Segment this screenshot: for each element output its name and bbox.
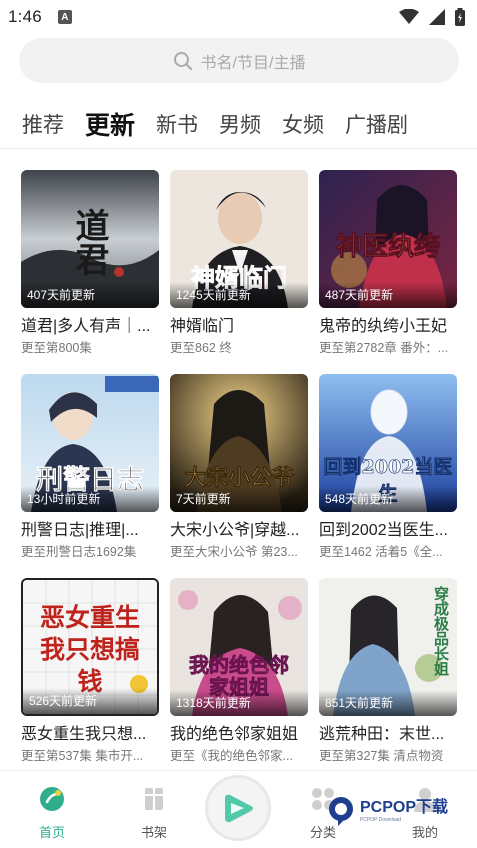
- update-badge: 1245天前更新: [170, 282, 308, 308]
- play-icon: [225, 794, 253, 823]
- book-episode: 更至862 终: [170, 341, 232, 355]
- book-title: 回到2002当医生...: [319, 522, 448, 539]
- category-tabs: 推荐 更新 新书 男频 女频 广播剧: [22, 104, 429, 140]
- tab-updates[interactable]: 更新: [85, 112, 135, 140]
- book-title: 道君|多人有声｜...: [21, 318, 151, 335]
- update-badge: 13小时前更新: [21, 486, 159, 512]
- watermark: PCPOP下载 PCPOP Download: [326, 795, 448, 827]
- book-title: 鬼帝的纨绔小王妃: [319, 318, 448, 335]
- book-cover[interactable]: 回到2002当医生 548天前更新: [319, 374, 457, 512]
- home-icon: [40, 787, 64, 811]
- update-badge: 851天前更新: [319, 690, 457, 716]
- update-badge: 487天前更新: [319, 282, 457, 308]
- watermark-text: PCPOP下载: [360, 799, 449, 816]
- watermark-subtext: PCPOP Download: [360, 817, 402, 823]
- book-title: 大宋小公爷|穿越...: [170, 522, 300, 539]
- book-cover[interactable]: 道君 407天前更新: [21, 170, 159, 308]
- cover-title: 道君: [69, 208, 109, 276]
- nav-home-label: 首页: [38, 825, 65, 840]
- book-card[interactable]: 神婿临门 1245天前更新 神婿临门 更至862 终: [170, 170, 308, 374]
- book-grid: 道君 407天前更新 道君|多人有声｜... 更至第800集 神婿临门 1245…: [21, 170, 457, 782]
- book-cover[interactable]: 我的绝色邻家姐姐 1318天前更新: [170, 578, 308, 716]
- bookshelf-icon: [145, 788, 163, 810]
- nav-home[interactable]: 首页: [22, 785, 82, 841]
- battery-icon: [455, 8, 465, 26]
- book-card[interactable]: 刑警日志 13小时前更新 刑警日志|推理|... 更至刑警日志1692集: [21, 374, 159, 578]
- book-cover[interactable]: 大宋小公爷 7天前更新: [170, 374, 308, 512]
- update-badge: 1318天前更新: [170, 690, 308, 716]
- tab-new-books[interactable]: 新书: [156, 112, 198, 140]
- nav-bookshelf-label: 书架: [140, 825, 167, 840]
- book-episode: 更至大宋小公爷 第23...: [170, 545, 298, 559]
- tab-male[interactable]: 男频: [219, 112, 261, 140]
- book-card[interactable]: 我的绝色邻家姐姐 1318天前更新 我的绝色邻家姐姐 更至《我的绝色邻家...: [170, 578, 308, 782]
- book-title: 逃荒种田：末世...: [319, 726, 445, 743]
- divider: [0, 148, 477, 149]
- book-title: 恶女重生我只想...: [21, 726, 147, 743]
- player-button[interactable]: [205, 775, 271, 841]
- book-cover[interactable]: 神医纨绔 487天前更新: [319, 170, 457, 308]
- book-episode: 更至《我的绝色邻家...: [170, 749, 293, 763]
- status-time: 1:46: [8, 7, 42, 26]
- book-card[interactable]: 道君 407天前更新 道君|多人有声｜... 更至第800集: [21, 170, 159, 374]
- tab-radio-drama[interactable]: 广播剧: [345, 112, 408, 140]
- book-episode: 更至刑警日志1692集: [21, 545, 137, 559]
- watermark-logo-icon: [329, 797, 353, 826]
- notification-icon: A: [57, 10, 72, 24]
- status-bar: 1:46 A: [0, 0, 477, 34]
- book-cover[interactable]: 神婿临门 1245天前更新: [170, 170, 308, 308]
- book-episode: 更至第2782章 番外：...: [319, 341, 449, 355]
- update-badge: 407天前更新: [21, 282, 159, 308]
- book-episode: 更至第537集 集市开...: [21, 749, 144, 763]
- tab-recommend[interactable]: 推荐: [22, 112, 64, 140]
- cover-title: 恶女重生我只想搞钱: [39, 603, 140, 696]
- update-badge: 548天前更新: [319, 486, 457, 512]
- book-cover[interactable]: 穿成极品长姐 851天前更新: [319, 578, 457, 716]
- book-card[interactable]: 回到2002当医生 548天前更新 回到2002当医生... 更至1462 活着…: [319, 374, 457, 578]
- book-card[interactable]: 恶女重生我只想搞钱 526天前更新 恶女重生我只想... 更至第537集 集市开…: [21, 578, 159, 782]
- search-icon: [173, 51, 192, 70]
- book-card[interactable]: 神医纨绔 487天前更新 鬼帝的纨绔小王妃 更至第2782章 番外：...: [319, 170, 457, 374]
- book-cover[interactable]: 恶女重生我只想搞钱 526天前更新: [21, 578, 159, 716]
- search-placeholder: 书名/节目/主播: [200, 54, 306, 72]
- wifi-icon: [399, 9, 419, 24]
- cover-title: 神医纨绔: [335, 232, 441, 263]
- book-cover[interactable]: 刑警日志 13小时前更新: [21, 374, 159, 512]
- book-title: 刑警日志|推理|...: [21, 522, 139, 539]
- book-episode: 更至1462 活着5《全...: [319, 545, 443, 559]
- search-bar[interactable]: 书名/节目/主播: [19, 38, 459, 83]
- book-title: 我的绝色邻家姐姐: [170, 726, 299, 743]
- book-card[interactable]: 大宋小公爷 7天前更新 大宋小公爷|穿越... 更至大宋小公爷 第23...: [170, 374, 308, 578]
- tab-female[interactable]: 女频: [282, 112, 324, 140]
- update-badge: 7天前更新: [170, 486, 308, 512]
- update-badge: 526天前更新: [23, 688, 157, 714]
- book-episode: 更至第327集 清点物资: [319, 749, 444, 763]
- nav-bookshelf[interactable]: 书架: [124, 785, 184, 841]
- book-card[interactable]: 穿成极品长姐 851天前更新 逃荒种田：末世... 更至第327集 清点物资: [319, 578, 457, 782]
- book-title: 神婿临门: [170, 318, 235, 335]
- cover-title: 穿成极品长姐: [432, 586, 450, 676]
- book-episode: 更至第800集: [21, 341, 92, 355]
- signal-icon: [429, 9, 445, 25]
